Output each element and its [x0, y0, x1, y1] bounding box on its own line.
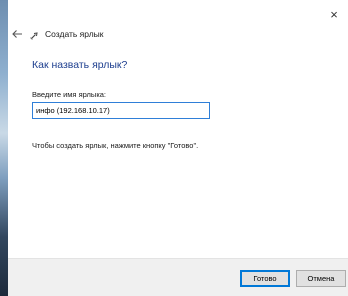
- finish-hint: Чтобы создать ярлык, нажмите кнопку "Гот…: [32, 141, 199, 150]
- dialog-footer: Готово Отмена: [8, 258, 348, 296]
- close-button[interactable]: ×: [326, 7, 342, 23]
- shortcut-wizard-icon: [30, 32, 38, 40]
- finish-button[interactable]: Готово: [240, 270, 290, 287]
- create-shortcut-dialog: × Создать ярлык Как назвать ярлык? Введи…: [8, 0, 348, 296]
- back-button[interactable]: [10, 27, 24, 41]
- desktop-background: [0, 0, 8, 296]
- dialog-title: Создать ярлык: [45, 29, 104, 39]
- shortcut-name-input[interactable]: [32, 102, 210, 119]
- main-instruction: Как назвать ярлык?: [32, 59, 128, 71]
- close-icon: ×: [330, 7, 338, 22]
- back-arrow-icon: [12, 30, 22, 38]
- cancel-button[interactable]: Отмена: [296, 270, 346, 287]
- shortcut-name-label: Введите имя ярлыка:: [32, 90, 107, 99]
